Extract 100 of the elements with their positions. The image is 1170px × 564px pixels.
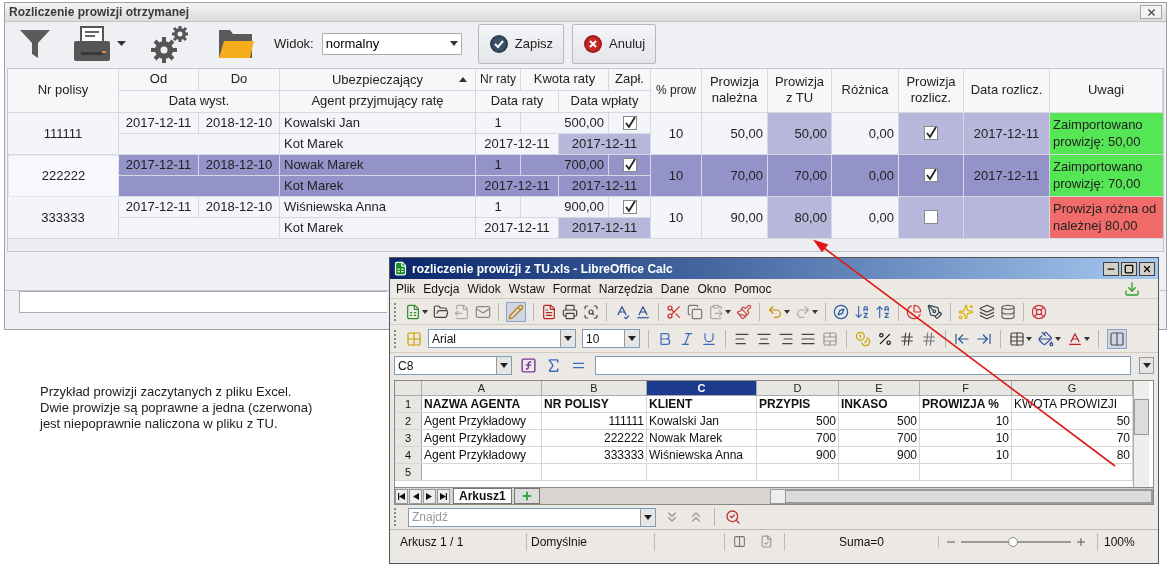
menu-item[interactable]: Narzędzia (594, 279, 657, 298)
column-header[interactable]: Do (199, 68, 280, 91)
sheet-tab[interactable]: Arkusz1 (453, 488, 512, 504)
checkbox[interactable] (924, 210, 938, 225)
grid-icon[interactable] (1109, 330, 1125, 347)
column-header[interactable]: Od (119, 68, 199, 91)
scrollbar-thumb[interactable] (1134, 399, 1149, 435)
compass-icon[interactable] (833, 303, 849, 320)
caret-icon[interactable] (1084, 336, 1090, 341)
caret-icon[interactable] (725, 309, 731, 314)
previous-sheet-button[interactable] (409, 488, 422, 504)
column-header[interactable]: E (839, 381, 920, 395)
caret-icon[interactable] (1026, 336, 1032, 341)
decimal-icon[interactable] (921, 330, 937, 347)
view-dropdown[interactable]: normalny (321, 32, 462, 55)
spellcheck-icon[interactable] (635, 303, 651, 320)
printer-icon[interactable] (73, 25, 111, 62)
italic-icon[interactable] (679, 330, 695, 347)
column-header[interactable]: Data raty (476, 90, 559, 113)
caret-icon[interactable] (422, 309, 428, 314)
bold-icon[interactable] (657, 330, 673, 347)
menu-item[interactable]: Okno (693, 279, 731, 298)
menu-item[interactable]: Widok (463, 279, 505, 298)
sort-ascending-icon[interactable] (854, 303, 870, 320)
formula-input[interactable] (595, 356, 1131, 375)
add-sheet-button[interactable] (513, 488, 540, 504)
pdf-icon[interactable] (541, 303, 557, 320)
font-color-icon[interactable] (1067, 330, 1083, 347)
copy-icon[interactable] (687, 303, 703, 320)
column-header[interactable]: Kwota raty (521, 68, 609, 91)
caret-icon[interactable] (784, 309, 790, 314)
checkbox[interactable] (924, 168, 938, 183)
table-row[interactable]: 111111 2017-12-11 2018-12-10 Kowalski Jan 1 500,00 Kot Marek 2017-12-11 2017-12-11 10 50,00 50,00 0,00 2017-12-11 Zaimportowano prowizję: 50,00 (8, 112, 1163, 155)
column-header[interactable]: Różnica (832, 68, 899, 113)
layers-icon[interactable] (979, 303, 995, 320)
zoom-in-icon[interactable] (1075, 535, 1087, 548)
column-header[interactable]: Nr polisy (8, 68, 119, 113)
scrollbar-thumb[interactable] (784, 489, 1152, 503)
menu-item[interactable]: Dane (656, 279, 694, 298)
help-icon[interactable] (1031, 303, 1047, 320)
row-header[interactable]: 3 (395, 430, 422, 446)
close-button[interactable] (1139, 261, 1155, 276)
font-name-field[interactable]: Arial (428, 329, 576, 348)
cancel-button[interactable]: Anuluj (572, 23, 657, 64)
table-row[interactable]: 333333 2017-12-11 2018-12-10 Wiśniewska Anna 1 900,00 Kot Marek 2017-12-11 2017-12-11 10 90,00 80,00 0,00 Prowizja różna od należnej 80,00 (8, 196, 1163, 239)
column-header[interactable]: Prowizja z TU (768, 68, 832, 113)
database-icon[interactable] (1000, 303, 1016, 320)
sort-descending-icon[interactable] (875, 303, 891, 320)
column-header[interactable]: Prowizja należna (702, 68, 768, 113)
borders-icon[interactable] (1009, 330, 1025, 347)
column-header[interactable]: Agent przyjmujący ratę (280, 90, 476, 113)
save-button[interactable]: Zapisz (477, 23, 565, 64)
fill-color-icon[interactable] (1038, 330, 1054, 347)
percent-icon[interactable] (877, 330, 893, 347)
menu-item[interactable]: Pomoc (730, 279, 776, 298)
row-header[interactable]: 4 (395, 447, 422, 463)
row-header[interactable]: 2 (395, 413, 422, 429)
caret-icon[interactable] (1055, 336, 1061, 341)
column-header[interactable]: Nr raty (476, 68, 521, 91)
column-header[interactable]: Data wpłaty (559, 90, 651, 113)
checkbox[interactable] (622, 157, 637, 172)
column-header[interactable]: D (757, 381, 839, 395)
row-header[interactable]: 5 (395, 464, 422, 480)
search-icon[interactable] (725, 509, 741, 525)
pen-icon[interactable] (927, 303, 943, 320)
menu-item[interactable]: Wstaw (504, 279, 549, 298)
function-icon[interactable] (520, 357, 537, 374)
spellcheck-icon[interactable] (614, 303, 630, 320)
new-document-icon[interactable] (405, 303, 421, 320)
column-header[interactable]: Ubezpieczający (280, 68, 476, 91)
column-header[interactable]: % prow (651, 68, 702, 113)
chart-icon[interactable] (906, 303, 922, 320)
close-button[interactable] (1140, 5, 1162, 19)
maximize-button[interactable] (1121, 261, 1137, 276)
brush-icon[interactable] (736, 303, 752, 320)
first-sheet-button[interactable] (395, 488, 408, 504)
column-header[interactable]: Zapł. (609, 68, 651, 91)
column-header[interactable]: Data rozlicz. (964, 68, 1050, 113)
font-size-field[interactable]: 10 (582, 329, 640, 348)
checkbox[interactable] (924, 126, 938, 141)
mail-icon[interactable] (475, 303, 491, 320)
folder-icon[interactable] (433, 303, 449, 320)
menu-item[interactable]: Format (548, 279, 595, 298)
column-header[interactable]: C (647, 381, 757, 395)
column-header[interactable]: Uwagi (1050, 68, 1163, 113)
selection-mode-icon[interactable] (733, 535, 746, 548)
folder-icon[interactable] (218, 27, 254, 60)
input-field[interactable] (19, 291, 387, 313)
column-header[interactable]: A (422, 381, 542, 395)
row-header[interactable]: 1 (395, 396, 422, 412)
caret-icon[interactable] (1142, 363, 1151, 368)
slider-thumb[interactable] (1007, 536, 1018, 547)
column-header[interactable]: Prowizja rozlicz. (899, 68, 964, 113)
preview-icon[interactable] (583, 303, 599, 320)
menu-item[interactable]: Edycja (419, 279, 464, 298)
zoom-slider[interactable] (961, 535, 1071, 548)
table-row[interactable]: 222222 2017-12-11 2018-12-10 Nowak Marek 1 700,00 Kot Marek 2017-12-11 2017-12-11 10 70,00 70,00 0,00 2017-12-11 Zaimportowano prowizję: 70,00 (8, 154, 1163, 197)
filter-icon[interactable] (19, 28, 51, 59)
next-sheet-button[interactable] (423, 488, 436, 504)
underline-icon[interactable] (701, 330, 717, 347)
